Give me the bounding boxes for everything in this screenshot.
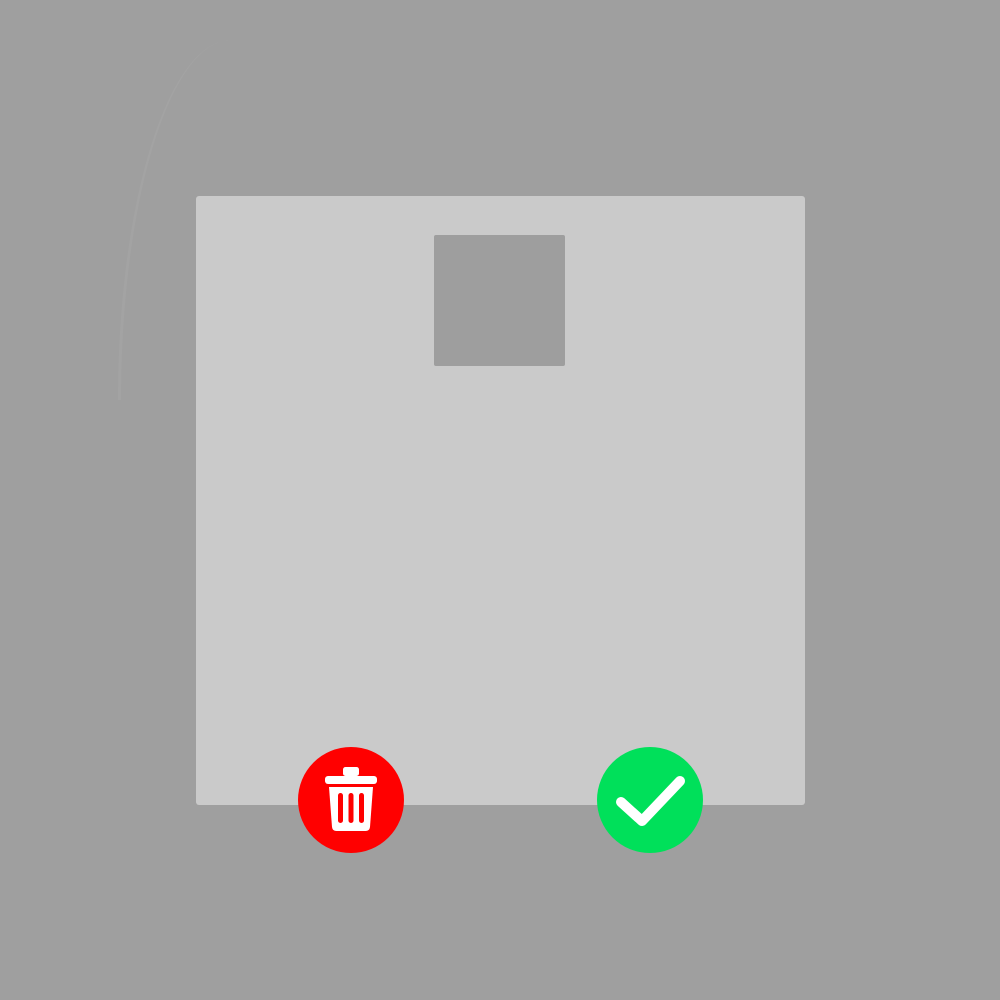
modal-backdrop: [0, 0, 1000, 1000]
delete-button[interactable]: [298, 747, 404, 853]
trash-icon: [321, 765, 381, 835]
image-placeholder: [434, 235, 565, 366]
checkmark-icon: [611, 768, 689, 832]
confirm-button[interactable]: [597, 747, 703, 853]
